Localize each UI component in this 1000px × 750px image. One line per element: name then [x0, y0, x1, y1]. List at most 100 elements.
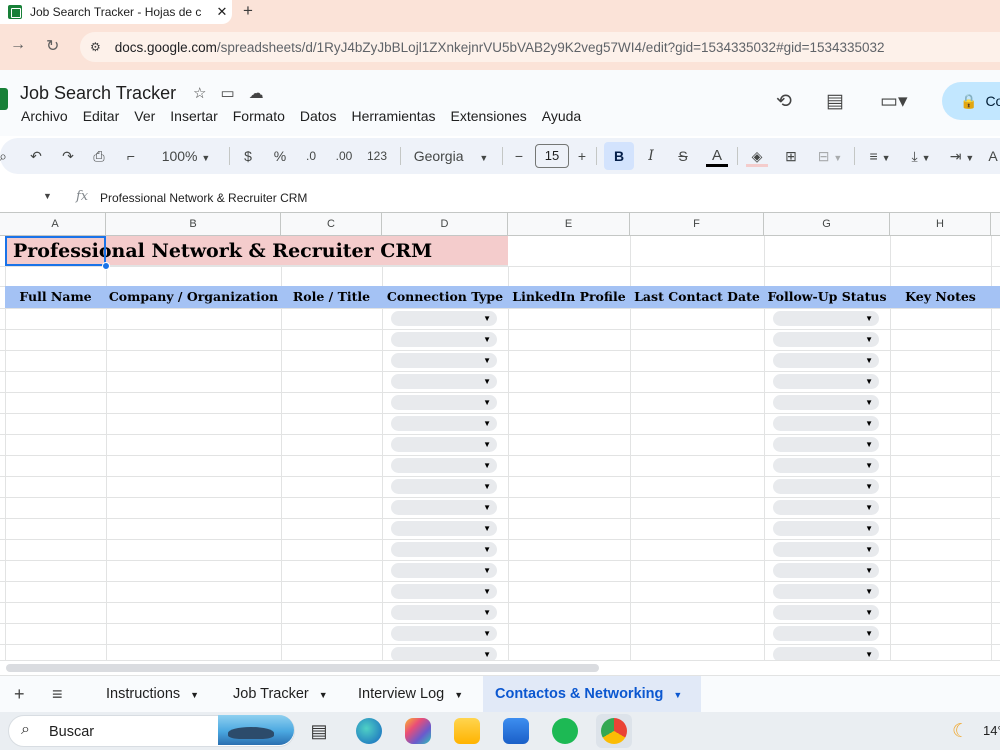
font-select[interactable]: Georgia ▼	[410, 138, 492, 174]
column-header-g[interactable]: G	[764, 213, 890, 236]
italic-button[interactable]: I	[642, 138, 660, 174]
bold-button[interactable]: B	[604, 142, 634, 170]
sheet-tab-instructions[interactable]: Instructions ▼	[94, 676, 211, 713]
decrease-font-size-icon[interactable]: −	[512, 138, 526, 174]
menu-editar[interactable]: Editar	[83, 108, 120, 124]
menu-archivo[interactable]: Archivo	[21, 108, 68, 124]
browser-tab[interactable]: Job Search Tracker - Hojas de c ✕	[0, 0, 232, 24]
print-icon[interactable]: ⎙	[89, 138, 109, 174]
connection-type-dropdown[interactable]: ▼	[391, 647, 497, 660]
search-highlight-image[interactable]	[218, 715, 294, 745]
share-button[interactable]: 🔒 Co	[942, 82, 1000, 120]
decrease-decimal-button[interactable]: .0	[300, 138, 322, 174]
forward-icon[interactable]: →	[10, 36, 26, 54]
menu-datos[interactable]: Datos	[300, 108, 337, 124]
spreadsheet-grid[interactable]: ▼ ▼ ▼ ▼ ▼ ▼ ▼ ▼ ▼ ▼ ▼ ▼ ▼ ▼ ▼ ▼ ▼ ▼ ▼ ▼ ▼ ▼ ▼ ▼ ▼ ▼ ▼ ▼ ▼ ▼ ▼ ▼ ▼ ▼ Profe…	[0, 236, 1000, 660]
connection-type-dropdown[interactable]: ▼	[391, 458, 497, 473]
name-box-dropdown-icon[interactable]: ▼	[43, 191, 52, 201]
menu-ver[interactable]: Ver	[134, 108, 155, 124]
connection-type-dropdown[interactable]: ▼	[391, 332, 497, 347]
move-folder-icon[interactable]: ▭	[220, 84, 234, 102]
column-header-e[interactable]: E	[508, 213, 630, 236]
follow-up-status-dropdown[interactable]: ▼	[773, 332, 879, 347]
column-header-h[interactable]: H	[890, 213, 991, 236]
star-icon[interactable]: ☆	[193, 84, 206, 102]
follow-up-status-dropdown[interactable]: ▼	[773, 563, 879, 578]
site-settings-icon[interactable]: ⚙	[90, 40, 101, 54]
connection-type-dropdown[interactable]: ▼	[391, 584, 497, 599]
increase-font-size-icon[interactable]: +	[575, 138, 589, 174]
reload-icon[interactable]: ↻	[46, 36, 59, 56]
column-header-a[interactable]: A	[5, 213, 106, 236]
connection-type-dropdown[interactable]: ▼	[391, 416, 497, 431]
follow-up-status-dropdown[interactable]: ▼	[773, 395, 879, 410]
weather-temperature[interactable]: 14°	[983, 723, 1000, 738]
column-header-f[interactable]: F	[630, 213, 764, 236]
horizontal-scrollbar-thumb[interactable]	[6, 664, 599, 672]
follow-up-status-dropdown[interactable]: ▼	[773, 311, 879, 326]
strikethrough-button[interactable]: S	[674, 138, 692, 174]
edge-icon[interactable]	[356, 718, 382, 744]
new-tab-button[interactable]: +	[243, 0, 253, 22]
close-tab-icon[interactable]: ✕	[212, 4, 232, 20]
connection-type-dropdown[interactable]: ▼	[391, 563, 497, 578]
connection-type-dropdown[interactable]: ▼	[391, 311, 497, 326]
text-color-button[interactable]: A	[706, 138, 728, 174]
increase-decimal-button[interactable]: .00	[332, 138, 356, 174]
connection-type-dropdown[interactable]: ▼	[391, 521, 497, 536]
column-header-c[interactable]: C	[281, 213, 382, 236]
follow-up-status-dropdown[interactable]: ▼	[773, 626, 879, 641]
connection-type-dropdown[interactable]: ▼	[391, 437, 497, 452]
menu-formato[interactable]: Formato	[233, 108, 285, 124]
version-history-icon[interactable]: ⟲	[776, 90, 792, 113]
connection-type-dropdown[interactable]: ▼	[391, 479, 497, 494]
follow-up-status-dropdown[interactable]: ▼	[773, 353, 879, 368]
sheet-tab-interview-log[interactable]: Interview Log ▼	[346, 676, 475, 713]
horizontal-scrollbar[interactable]	[0, 660, 1000, 674]
follow-up-status-dropdown[interactable]: ▼	[773, 521, 879, 536]
follow-up-status-dropdown[interactable]: ▼	[773, 542, 879, 557]
follow-up-status-dropdown[interactable]: ▼	[773, 458, 879, 473]
connection-type-dropdown[interactable]: ▼	[391, 353, 497, 368]
merge-cells-icon[interactable]: ⊟ ▼	[812, 138, 848, 174]
vertical-align-icon[interactable]: ⤓ ▼	[904, 138, 938, 174]
task-view-icon[interactable]: ▤	[306, 718, 332, 744]
sheet-tab-job-tracker[interactable]: Job Tracker ▼	[221, 676, 340, 713]
formula-input[interactable]: Professional Network & Recruiter CRM	[100, 191, 307, 205]
menu-herramientas[interactable]: Herramientas	[351, 108, 435, 124]
search-menus-icon[interactable]: ⌕	[0, 138, 10, 174]
fill-color-icon[interactable]: ◈	[746, 138, 768, 174]
connection-type-dropdown[interactable]: ▼	[391, 500, 497, 515]
header-full-name[interactable]: Full Name	[5, 286, 106, 308]
connection-type-dropdown[interactable]: ▼	[391, 395, 497, 410]
paint-format-icon[interactable]: ⌐	[121, 138, 141, 174]
borders-icon[interactable]: ⊞	[781, 138, 801, 174]
weather-moon-icon[interactable]: ☾	[952, 720, 969, 743]
chrome-icon[interactable]	[601, 718, 627, 744]
header-linkedin[interactable]: LinkedIn Profile	[508, 286, 630, 308]
url-input[interactable]: ⚙ docs.google.com /spreadsheets/d/1RyJ4b…	[80, 32, 1000, 62]
currency-format-button[interactable]: $	[240, 138, 256, 174]
follow-up-status-dropdown[interactable]: ▼	[773, 479, 879, 494]
menu-ayuda[interactable]: Ayuda	[542, 108, 581, 124]
file-explorer-icon[interactable]	[454, 718, 480, 744]
text-rotation-icon[interactable]: A	[986, 138, 1000, 174]
all-sheets-icon[interactable]: ≡	[52, 684, 63, 705]
redo-icon[interactable]: ↷	[58, 138, 78, 174]
percent-format-button[interactable]: %	[270, 138, 290, 174]
header-company[interactable]: Company / Organization	[106, 286, 281, 308]
follow-up-status-dropdown[interactable]: ▼	[773, 416, 879, 431]
column-header-d[interactable]: D	[382, 213, 508, 236]
microsoft-store-icon[interactable]	[503, 718, 529, 744]
number-format-button[interactable]: 123	[364, 138, 390, 174]
connection-type-dropdown[interactable]: ▼	[391, 626, 497, 641]
header-role[interactable]: Role / Title	[281, 286, 382, 308]
horizontal-align-icon[interactable]: ≡ ▼	[862, 138, 898, 174]
follow-up-status-dropdown[interactable]: ▼	[773, 437, 879, 452]
cloud-status-icon[interactable]: ☁	[249, 84, 264, 102]
follow-up-status-dropdown[interactable]: ▼	[773, 584, 879, 599]
add-sheet-icon[interactable]: +	[14, 684, 25, 705]
header-key-notes[interactable]: Key Notes	[890, 286, 991, 308]
column-header-b[interactable]: B	[106, 213, 281, 236]
fill-handle[interactable]	[102, 262, 110, 270]
